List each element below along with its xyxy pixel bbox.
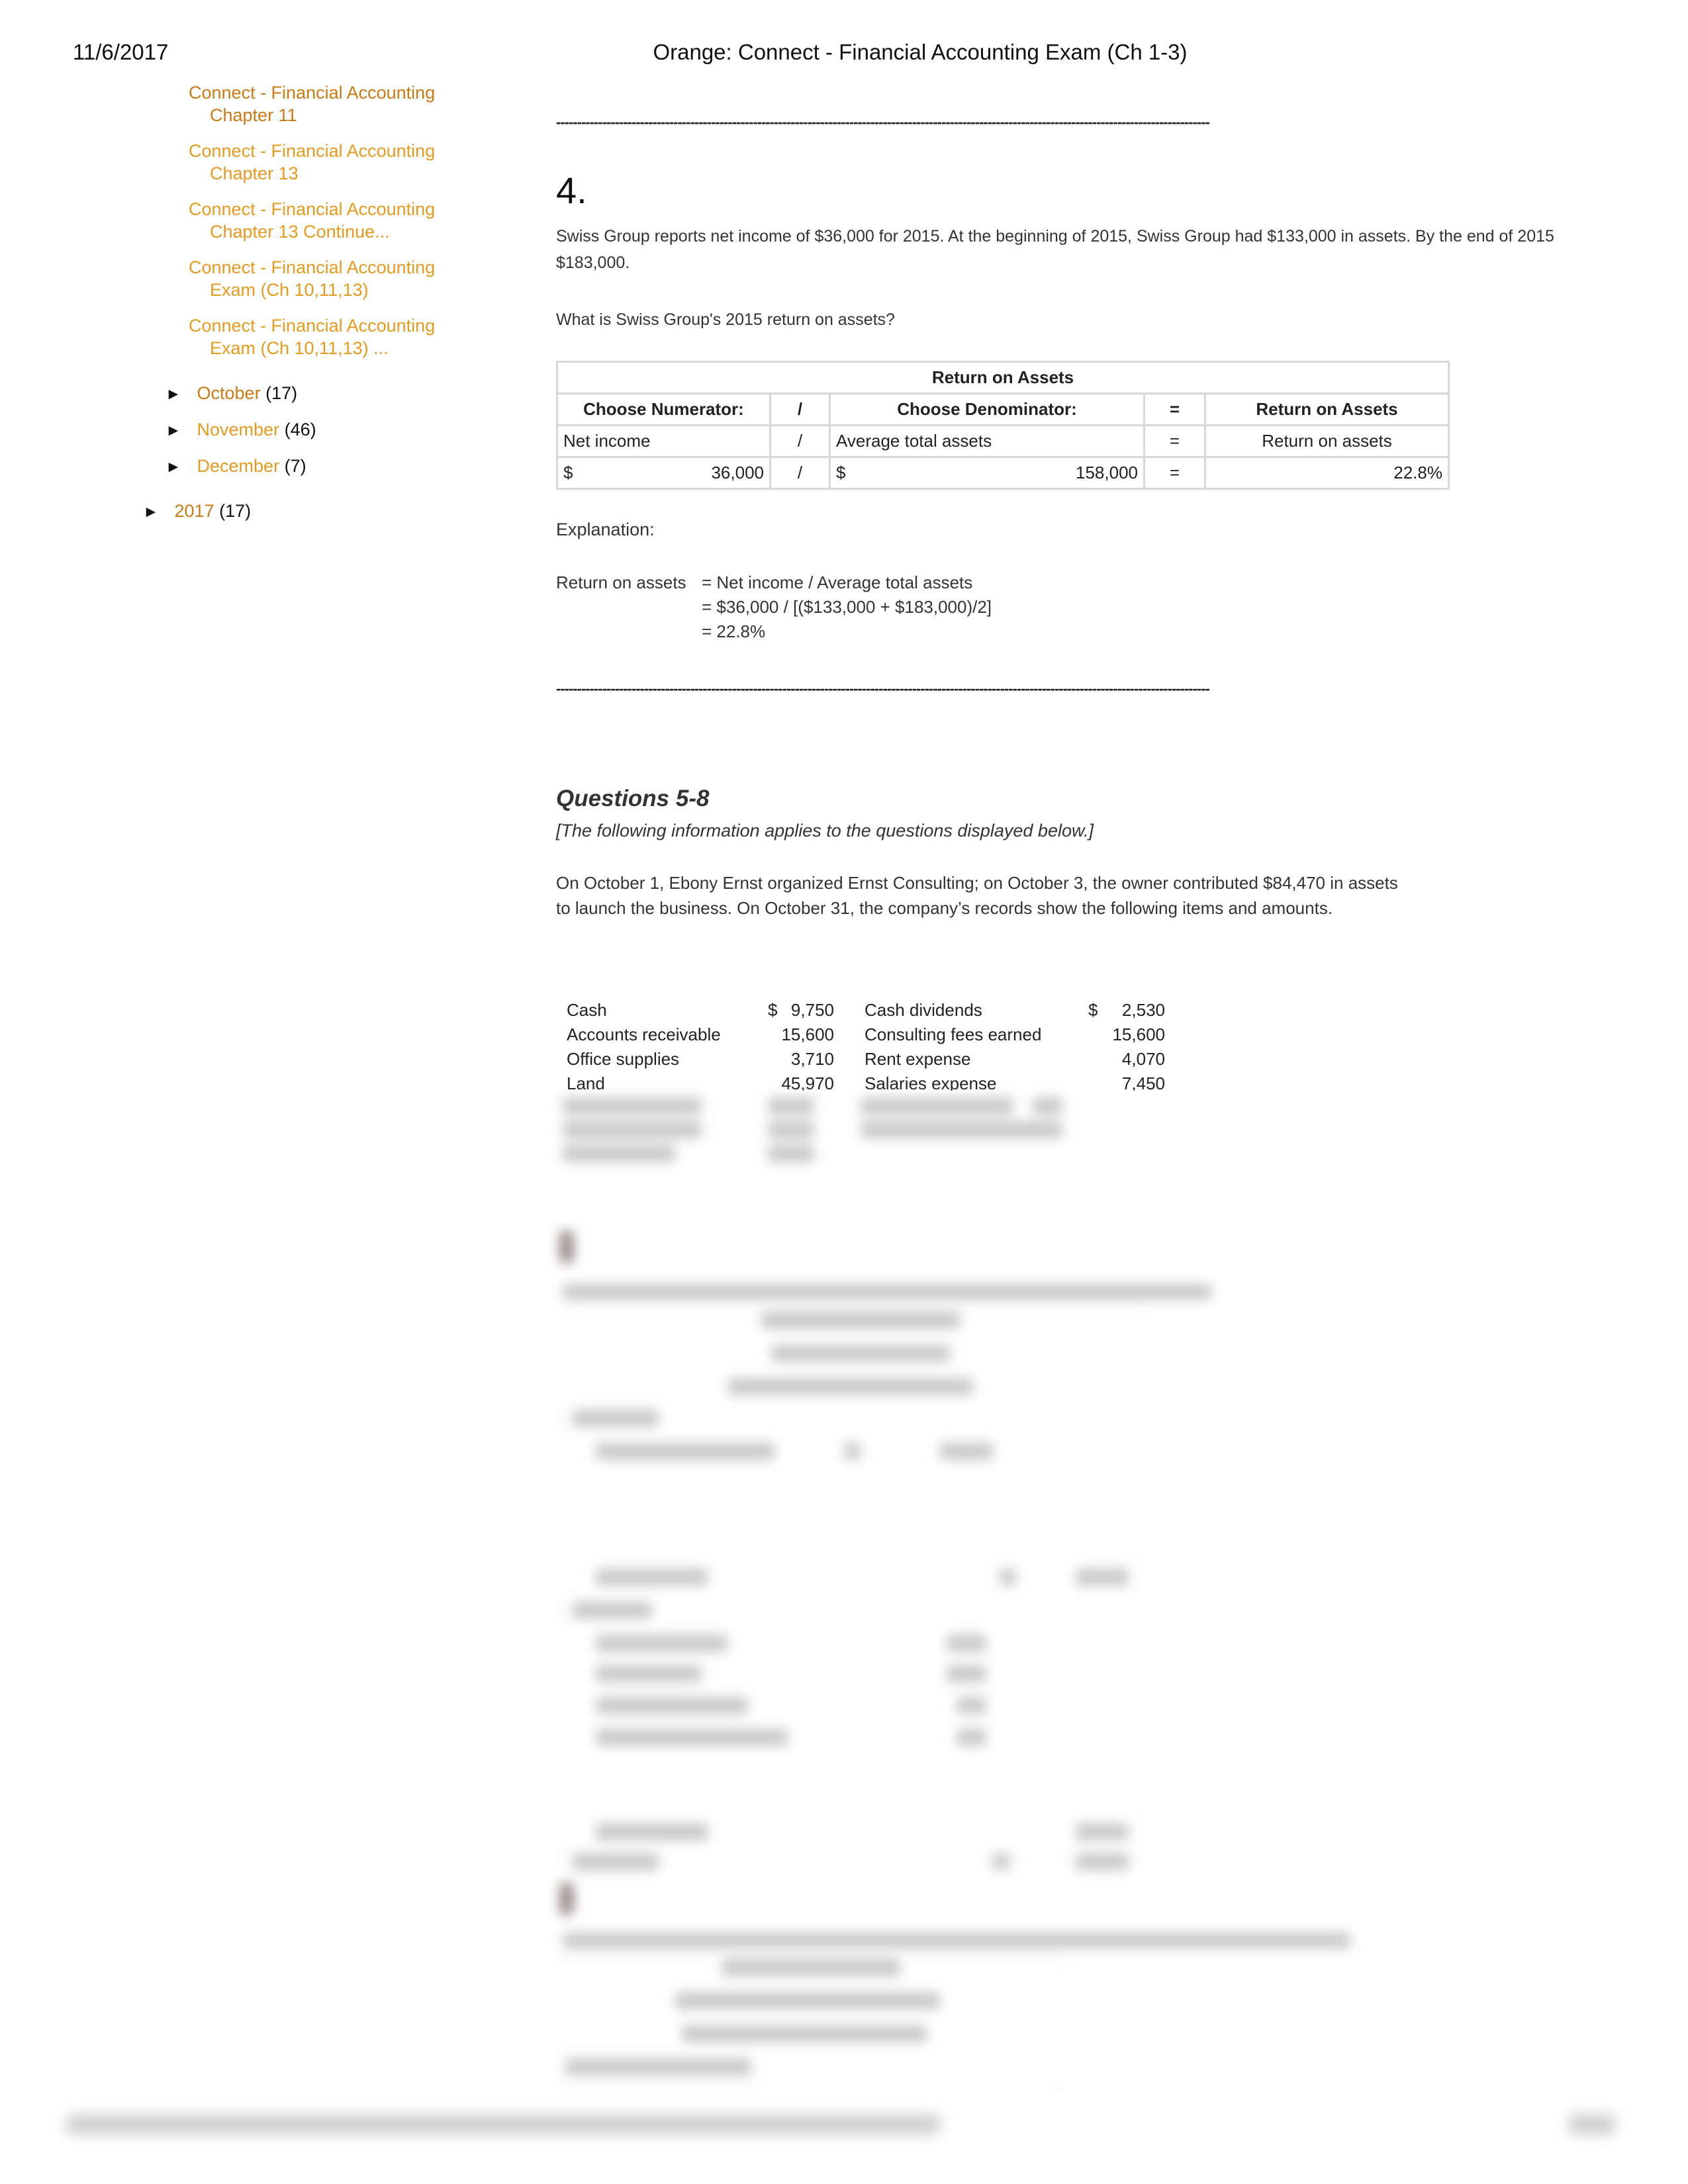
blurred-preview-content bbox=[543, 1092, 1403, 2088]
blurred-text bbox=[768, 1097, 814, 1115]
expand-triangle-icon[interactable]: ► bbox=[165, 383, 192, 406]
archive-month-december[interactable]: ► December (7) bbox=[165, 455, 306, 478]
blurred-text bbox=[682, 2025, 927, 2042]
section-subheading: [The following information applies to th… bbox=[556, 821, 1094, 841]
table-row: Accounts receivable 15,600 Consulting fe… bbox=[567, 1024, 1165, 1044]
table-row: Land 45,970 Salaries expense 7,450 bbox=[567, 1073, 1165, 1091]
blurred-text bbox=[1033, 1097, 1062, 1115]
blurred-text bbox=[596, 1443, 774, 1460]
blurred-question-number bbox=[559, 1231, 574, 1263]
sidebar-post-link[interactable]: Connect - Financial Accounting Chapter 1… bbox=[189, 140, 435, 185]
separator-line: ----------------------------------------… bbox=[556, 114, 1210, 130]
archive-count: (17) bbox=[265, 383, 298, 403]
table-row: $ 36,000 / $ 158,000 = 22.8% bbox=[556, 456, 1450, 490]
blurred-text bbox=[563, 1121, 702, 1138]
blurred-text bbox=[563, 1145, 675, 1162]
sidebar-post-link[interactable]: Connect - Financial Accounting Exam (Ch … bbox=[189, 256, 435, 301]
blurred-text bbox=[1076, 1853, 1129, 1870]
archive-month-october[interactable]: ► October (17) bbox=[165, 382, 297, 406]
account-items-table: Cash $9,750 Cash dividends $2,530 Accoun… bbox=[556, 998, 1192, 1091]
blurred-text bbox=[761, 1312, 960, 1329]
table-header-row: Choose Numerator: / Choose Denominator: … bbox=[556, 392, 1450, 426]
blurred-text bbox=[771, 1345, 950, 1362]
blurred-text bbox=[596, 1665, 702, 1682]
blurred-text bbox=[1033, 1121, 1062, 1138]
blurred-text bbox=[596, 1635, 728, 1652]
blurred-question-number bbox=[559, 1883, 574, 1915]
blurred-page-number bbox=[1569, 2115, 1615, 2134]
blurred-text bbox=[596, 1729, 788, 1746]
blurred-text bbox=[768, 1145, 814, 1162]
blurred-text bbox=[861, 1097, 1013, 1115]
blurred-text bbox=[957, 1729, 986, 1746]
blurred-text bbox=[722, 1959, 900, 1976]
return-on-assets-table: Return on Assets Choose Numerator: / Cho… bbox=[556, 361, 1450, 490]
blurred-text bbox=[596, 1697, 748, 1714]
archive-link[interactable]: October bbox=[197, 383, 261, 403]
table-title: Return on Assets bbox=[556, 361, 1450, 394]
archive-year-2017[interactable]: ► 2017 (17) bbox=[143, 500, 251, 523]
expand-triangle-icon[interactable]: ► bbox=[143, 501, 169, 523]
archive-link[interactable]: 2017 bbox=[175, 501, 214, 521]
numerator-select[interactable]: Net income bbox=[556, 424, 771, 458]
section-heading: Questions 5-8 bbox=[556, 786, 710, 811]
numerator-value-input[interactable]: $ 36,000 bbox=[556, 456, 771, 490]
blurred-text bbox=[563, 1284, 1211, 1300]
separator-line: ----------------------------------------… bbox=[556, 680, 1210, 697]
archive-count: (7) bbox=[284, 456, 306, 476]
blurred-text bbox=[1076, 1823, 1129, 1841]
explanation-formula: Return on assets = Net income / Average t… bbox=[556, 572, 992, 641]
blurred-text bbox=[947, 1665, 986, 1682]
blurred-text bbox=[563, 1097, 702, 1115]
blurred-text bbox=[844, 1443, 861, 1460]
blurred-text bbox=[993, 1853, 1009, 1870]
blurred-text bbox=[940, 1443, 993, 1460]
question-prompt: What is Swiss Group's 2015 return on ass… bbox=[556, 310, 895, 329]
blurred-text bbox=[563, 1933, 1350, 1948]
question-text: Swiss Group reports net income of $36,00… bbox=[556, 227, 1554, 272]
blurred-text bbox=[768, 1121, 814, 1138]
archive-month-november[interactable]: ► November (46) bbox=[165, 418, 316, 442]
blurred-text bbox=[1000, 1569, 1016, 1586]
blurred-text bbox=[596, 1823, 708, 1841]
expand-triangle-icon[interactable]: ► bbox=[165, 420, 192, 442]
blurred-text bbox=[728, 1378, 973, 1395]
blurred-text bbox=[596, 1569, 708, 1586]
blurred-text bbox=[947, 1635, 986, 1652]
question-number: 4. bbox=[556, 169, 587, 211]
blurred-text bbox=[566, 2058, 751, 2075]
blurred-text bbox=[573, 1853, 659, 1870]
table-row: Net income / Average total assets = Retu… bbox=[556, 424, 1450, 458]
blurred-footer-url bbox=[66, 2115, 940, 2134]
table-row: Office supplies 3,710 Rent expense 4,070 bbox=[567, 1049, 1165, 1069]
archive-link[interactable]: November bbox=[197, 420, 280, 439]
sidebar-post-link[interactable]: Connect - Financial Accounting Chapter 1… bbox=[189, 81, 435, 126]
blurred-text bbox=[573, 1410, 659, 1427]
archive-link[interactable]: December bbox=[197, 456, 280, 476]
sidebar-post-link[interactable]: Connect - Financial Accounting Chapter 1… bbox=[189, 198, 435, 243]
archive-count: (46) bbox=[284, 420, 316, 439]
blurred-text bbox=[861, 1121, 1046, 1138]
scenario-text: On October 1, Ebony Ernst organized Erns… bbox=[556, 873, 1398, 918]
expand-triangle-icon[interactable]: ► bbox=[165, 456, 192, 478]
blurred-text bbox=[573, 1602, 652, 1619]
blurred-text bbox=[675, 1992, 940, 2009]
denominator-value-input[interactable]: $ 158,000 bbox=[829, 456, 1145, 490]
page-title: Orange: Connect - Financial Accounting E… bbox=[653, 40, 1188, 64]
blurred-text bbox=[1076, 1569, 1129, 1586]
table-row: Cash $9,750 Cash dividends $2,530 bbox=[567, 1000, 1165, 1020]
blurred-text bbox=[957, 1697, 986, 1714]
explanation-label: Explanation: bbox=[556, 520, 655, 539]
sidebar-post-link[interactable]: Connect - Financial Accounting Exam (Ch … bbox=[189, 314, 435, 359]
denominator-select[interactable]: Average total assets bbox=[829, 424, 1145, 458]
archive-count: (17) bbox=[219, 501, 252, 521]
result-input[interactable]: 22.8% bbox=[1204, 456, 1450, 490]
